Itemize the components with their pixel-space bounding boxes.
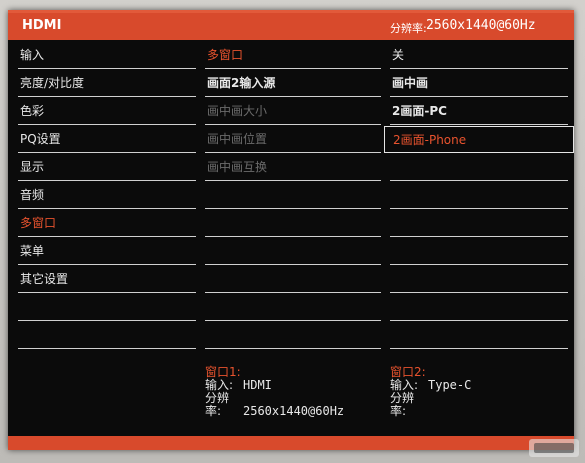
- main-menu-empty-slot: [18, 322, 196, 349]
- submenu-item-2[interactable]: 画中画大小: [205, 98, 381, 125]
- header-bar: HDMI 分辨率: 2560x1440@60Hz: [8, 10, 574, 40]
- main-menu-item-3[interactable]: PQ设置: [18, 126, 196, 153]
- footer-bar: [8, 436, 574, 450]
- submenu-empty-slot: [205, 294, 381, 321]
- submenu-item-3[interactable]: 画中画位置: [205, 126, 381, 153]
- header-resolution-value: 2560x1440@60Hz: [426, 18, 536, 33]
- option-empty-slot: [390, 238, 568, 265]
- window2-res-label: 分辨率:: [390, 391, 415, 418]
- main-menu-item-4[interactable]: 显示: [18, 154, 196, 181]
- main-menu-item-5[interactable]: 音频: [18, 182, 196, 209]
- submenu-empty-slot: [205, 182, 381, 209]
- header-resolution-label: 分辨率:: [390, 22, 427, 35]
- watermark-logo: [529, 439, 579, 457]
- submenu-item-4[interactable]: 画中画互换: [205, 154, 381, 181]
- submenu-item-0[interactable]: 多窗口: [205, 42, 381, 69]
- window1-info: 窗口1: 输入: HDMI 分辨率: 2560x1440@60Hz: [205, 366, 344, 418]
- option-item-3[interactable]: 2画面-Phone: [384, 126, 574, 153]
- option-empty-slot: [390, 322, 568, 349]
- option-empty-slot: [390, 154, 568, 181]
- osd-menu: HDMI 分辨率: 2560x1440@60Hz 输入 亮度/对比度 色彩 PQ设置显…: [8, 10, 574, 450]
- current-input-name: HDMI: [22, 18, 62, 33]
- main-menu-item-1[interactable]: 亮度/对比度: [18, 70, 196, 97]
- option-item-1[interactable]: 画中画: [390, 70, 568, 97]
- submenu-empty-slot: [205, 266, 381, 293]
- option-empty-slot: [390, 294, 568, 321]
- window1-res-value: 2560x1440@60Hz: [243, 404, 345, 418]
- window1-input-value: HDMI: [243, 378, 272, 392]
- main-menu-item-8[interactable]: 其它设置: [18, 266, 196, 293]
- window2-info: 窗口2: 输入: Type-C 分辨率:: [390, 366, 471, 418]
- option-empty-slot: [390, 266, 568, 293]
- main-menu-empty-slot: [18, 294, 196, 321]
- submenu-empty-slot: [205, 238, 381, 265]
- option-item-0[interactable]: 关: [390, 42, 568, 69]
- main-menu-item-2[interactable]: 色彩: [18, 98, 196, 125]
- main-menu-item-0[interactable]: 输入: [18, 42, 196, 69]
- option-empty-slot: [390, 210, 568, 237]
- submenu-empty-slot: [205, 322, 381, 349]
- submenu-item-1[interactable]: 画面2输入源: [205, 70, 381, 97]
- submenu-empty-slot: [205, 210, 381, 237]
- option-empty-slot: [390, 182, 568, 209]
- main-menu-item-7[interactable]: 菜单: [18, 238, 196, 265]
- window2-input-value: Type-C: [428, 378, 472, 392]
- main-menu-item-6[interactable]: 多窗口: [18, 210, 196, 237]
- option-item-2[interactable]: 2画面-PC: [390, 98, 568, 125]
- window1-res-label: 分辨率:: [205, 391, 230, 418]
